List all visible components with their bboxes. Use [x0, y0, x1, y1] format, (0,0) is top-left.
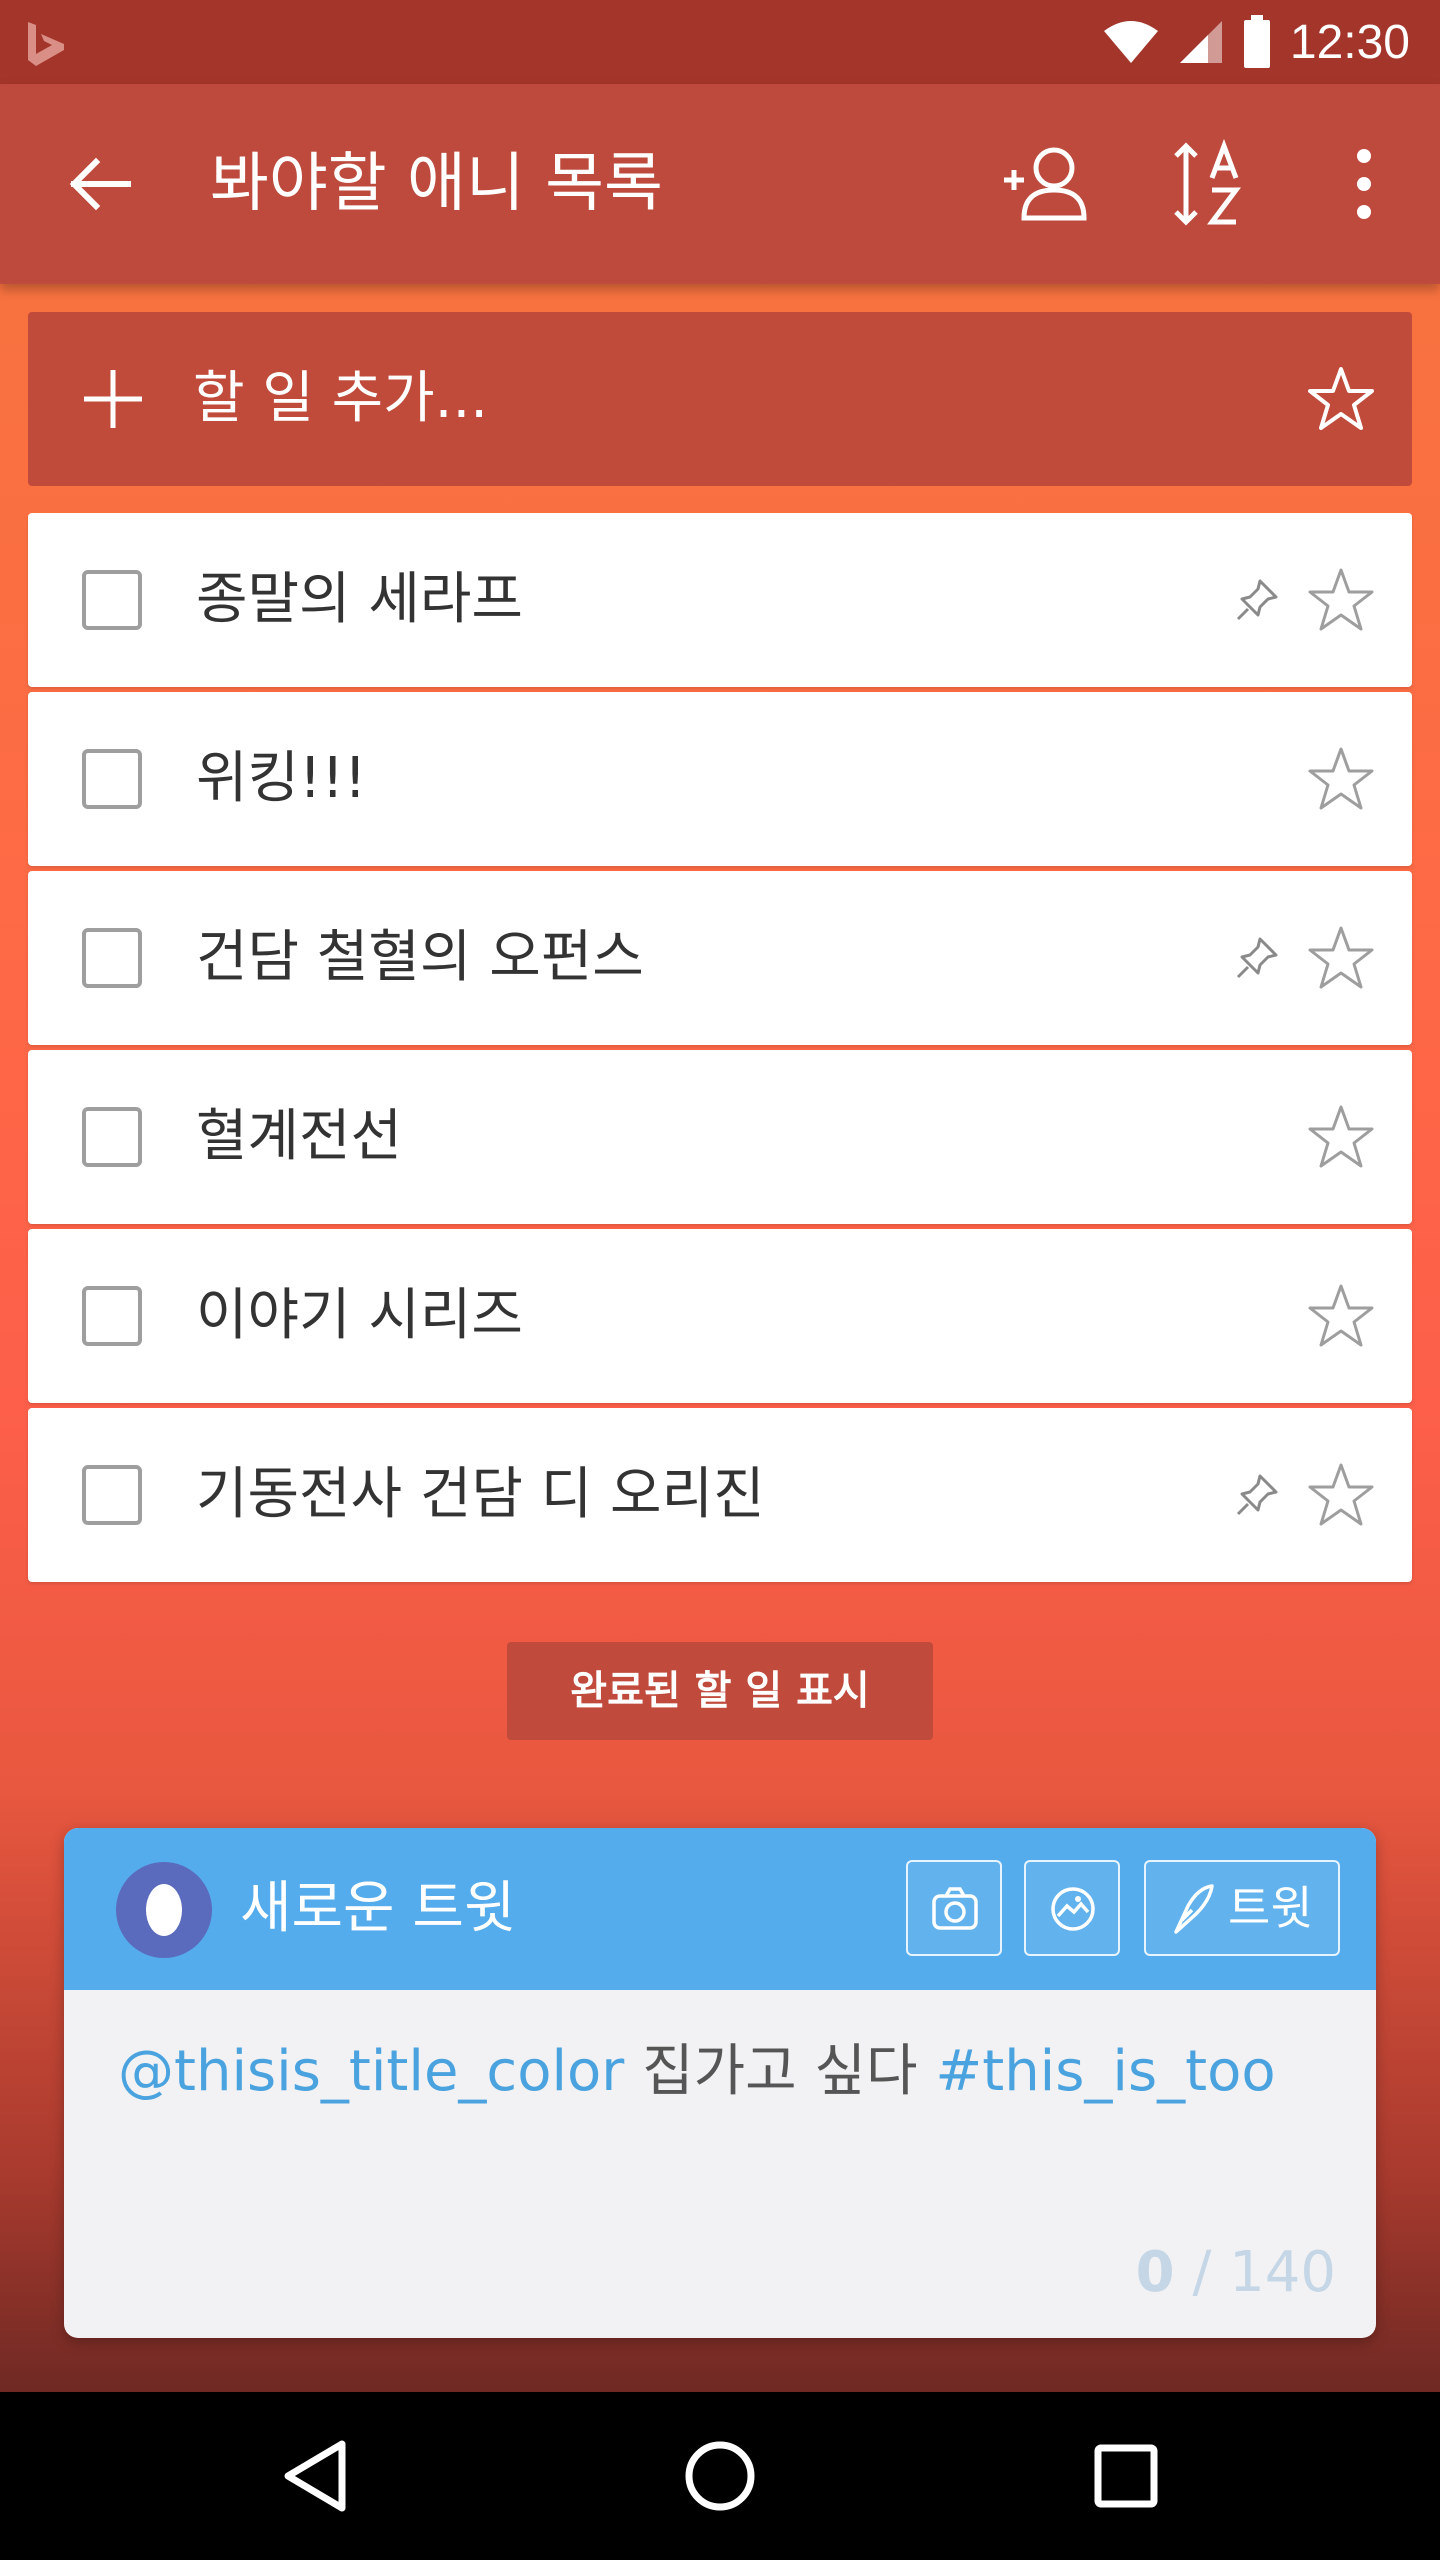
egg-icon — [146, 1884, 182, 1936]
plus-icon[interactable] — [78, 364, 148, 434]
feather-pen-icon — [1174, 1884, 1214, 1934]
tweet-button-label: 트윗 — [1228, 1881, 1313, 1935]
add-task-input[interactable]: 할 일 추가... — [193, 312, 488, 486]
app-bar: 봐야할 애니 목록 — [0, 84, 1440, 284]
task-row[interactable]: 종말의 세라프 — [28, 513, 1412, 687]
show-completed-button[interactable]: 완료된 할 일 표시 — [507, 1642, 933, 1740]
tweet-header-title: 새로운 트윗 — [240, 1876, 516, 1941]
tweet-text: 집가고 싶다 — [624, 2039, 936, 2104]
wifi-icon — [1103, 21, 1158, 63]
status-bar: 12:30 — [0, 0, 1440, 84]
character-count-max: 140 — [1229, 2240, 1336, 2305]
task-title: 기동전사 건담 디 오리진 — [196, 1462, 765, 1527]
tweet-text-input[interactable]: @thisis_title_color 집가고 싶다 #this_is_too — [118, 2026, 1276, 2107]
more-vert-icon[interactable] — [1318, 138, 1410, 230]
task-row[interactable]: 혈계전선 — [28, 1050, 1412, 1224]
tweet-send-button[interactable]: 트윗 — [1144, 1860, 1340, 1956]
task-checkbox[interactable] — [82, 1286, 142, 1346]
nav-recents-icon[interactable] — [1080, 2430, 1172, 2522]
avatar[interactable] — [116, 1862, 212, 1958]
star-icon[interactable] — [1306, 744, 1376, 814]
status-time: 12:30 — [1289, 15, 1410, 69]
add-task-bar[interactable]: 할 일 추가... — [28, 312, 1412, 486]
tweet-header: 새로운 트윗 트윗 — [64, 1828, 1376, 1990]
nav-home-icon[interactable] — [674, 2430, 766, 2522]
star-icon[interactable] — [1306, 1460, 1376, 1530]
task-checkbox[interactable] — [82, 1107, 142, 1167]
gallery-button[interactable] — [1024, 1860, 1120, 1956]
nav-back-icon[interactable] — [272, 2430, 364, 2522]
tweet-card: 새로운 트윗 트윗 @thisis_title_color 집가고 싶다 #th… — [64, 1828, 1376, 2338]
sort-az-icon[interactable] — [1168, 138, 1260, 230]
camera-button[interactable] — [906, 1860, 1002, 1956]
character-count-current: 0 — [1135, 2240, 1175, 2305]
add-person-icon[interactable] — [998, 138, 1090, 230]
task-checkbox[interactable] — [82, 928, 142, 988]
arrow-left-icon[interactable] — [60, 144, 140, 224]
page-title: 봐야할 애니 목록 — [210, 147, 663, 221]
task-title: 혈계전선 — [196, 1104, 403, 1169]
star-icon[interactable] — [1306, 565, 1376, 635]
star-icon[interactable] — [1306, 364, 1376, 434]
task-row[interactable]: 위킹!!! — [28, 692, 1412, 866]
pin-icon — [1236, 1474, 1278, 1516]
task-title: 건담 철혈의 오펀스 — [196, 925, 644, 990]
bing-logo-icon — [28, 22, 64, 66]
tweet-hashtag: #this_is_too — [935, 2039, 1276, 2104]
pin-icon — [1236, 937, 1278, 979]
task-title: 이야기 시리즈 — [196, 1283, 523, 1348]
task-title: 위킹!!! — [196, 746, 367, 811]
cell-signal-icon — [1179, 21, 1222, 63]
task-checkbox[interactable] — [82, 1465, 142, 1525]
star-icon[interactable] — [1306, 1102, 1376, 1172]
battery-icon — [1243, 15, 1270, 68]
image-icon — [1051, 1887, 1095, 1931]
navigation-bar — [0, 2392, 1440, 2560]
character-counter: 0 / 140 — [1136, 2240, 1336, 2305]
camera-icon — [932, 1887, 978, 1930]
task-checkbox[interactable] — [82, 570, 142, 630]
star-icon[interactable] — [1306, 1281, 1376, 1351]
star-icon[interactable] — [1306, 923, 1376, 993]
task-row[interactable]: 이야기 시리즈 — [28, 1229, 1412, 1403]
tweet-mention: @thisis_title_color — [118, 2039, 625, 2104]
task-checkbox[interactable] — [82, 749, 142, 809]
pin-icon — [1236, 579, 1278, 621]
task-row[interactable]: 건담 철혈의 오펀스 — [28, 871, 1412, 1045]
task-row[interactable]: 기동전사 건담 디 오리진 — [28, 1408, 1412, 1582]
task-title: 종말의 세라프 — [196, 567, 523, 632]
character-count-separator: / — [1174, 2240, 1230, 2305]
